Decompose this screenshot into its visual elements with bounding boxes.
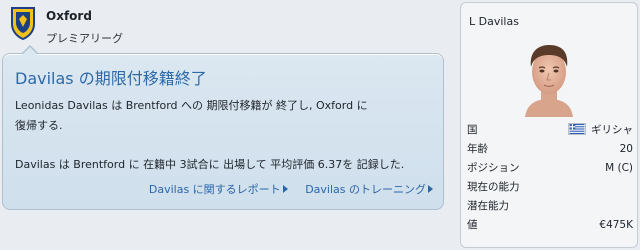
news-title: Davilas の期限付移籍終了 — [15, 69, 207, 88]
club-name[interactable]: Oxford — [46, 9, 92, 23]
player-report-link-label: Davilas に関するレポート — [148, 183, 281, 196]
attr-row-potential-ability: 潜在能力 — [467, 197, 633, 216]
attr-row-current-ability: 現在の能力 — [467, 178, 633, 197]
attr-label: 現在の能力 — [467, 181, 520, 193]
player-panel: L Davilas 国 ギリシャ 年齢 20 ポジション M (C) 現在の能力… — [460, 2, 638, 248]
attr-label: ポジション — [467, 162, 520, 174]
attr-row-nationality: 国 ギリシャ — [467, 121, 633, 140]
club-league[interactable]: プレミアリーグ — [46, 30, 123, 46]
news-stats-line: Davilas は Brentford に 在籍中 3試合に 出場して 平均評価… — [15, 158, 405, 171]
attr-value-age: 20 — [619, 143, 633, 155]
attr-label: 国 — [467, 124, 478, 136]
attr-value-nationality[interactable]: ギリシャ — [568, 121, 633, 140]
greece-flag-icon — [568, 123, 586, 135]
player-training-link-label: Davilas のトレーニング — [305, 183, 426, 196]
attr-value-position: M (C) — [605, 162, 633, 174]
news-card: Davilas の期限付移籍終了 Leonidas Davilas は Bren… — [2, 45, 444, 210]
club-header: Oxford プレミアリーグ — [0, 0, 450, 52]
player-name[interactable]: L Davilas — [469, 15, 519, 28]
club-crest-icon[interactable] — [10, 6, 36, 40]
attr-row-position: ポジション M (C) — [467, 159, 633, 178]
arrow-right-icon — [428, 185, 433, 193]
attr-row-value: 値 €475K — [467, 216, 633, 235]
attr-label: 値 — [467, 219, 478, 231]
attr-label: 年齢 — [467, 143, 488, 155]
news-body-line: 復帰する. — [15, 119, 63, 132]
attr-value-text: ギリシャ — [591, 124, 633, 136]
attr-value-value: €475K — [599, 219, 633, 231]
arrow-right-icon — [282, 185, 288, 193]
player-attributes: 国 ギリシャ 年齢 20 ポジション M (C) 現在の能力 潜在能力 値 €4… — [467, 121, 633, 235]
player-report-link[interactable]: Davilas に関するレポート — [149, 181, 288, 197]
news-links: Davilas に関するレポート Davilas のトレーニング — [135, 181, 433, 197]
player-face-icon[interactable] — [511, 37, 587, 117]
player-training-link[interactable]: Davilas のトレーニング — [305, 181, 433, 197]
attr-label: 潜在能力 — [467, 200, 509, 212]
news-body-line: Leonidas Davilas は Brentford への 期限付移籍が 終… — [15, 99, 368, 112]
news-body: Leonidas Davilas は Brentford への 期限付移籍が 終… — [15, 96, 435, 175]
attr-row-age: 年齢 20 — [467, 140, 633, 159]
news-spacer — [15, 136, 435, 155]
